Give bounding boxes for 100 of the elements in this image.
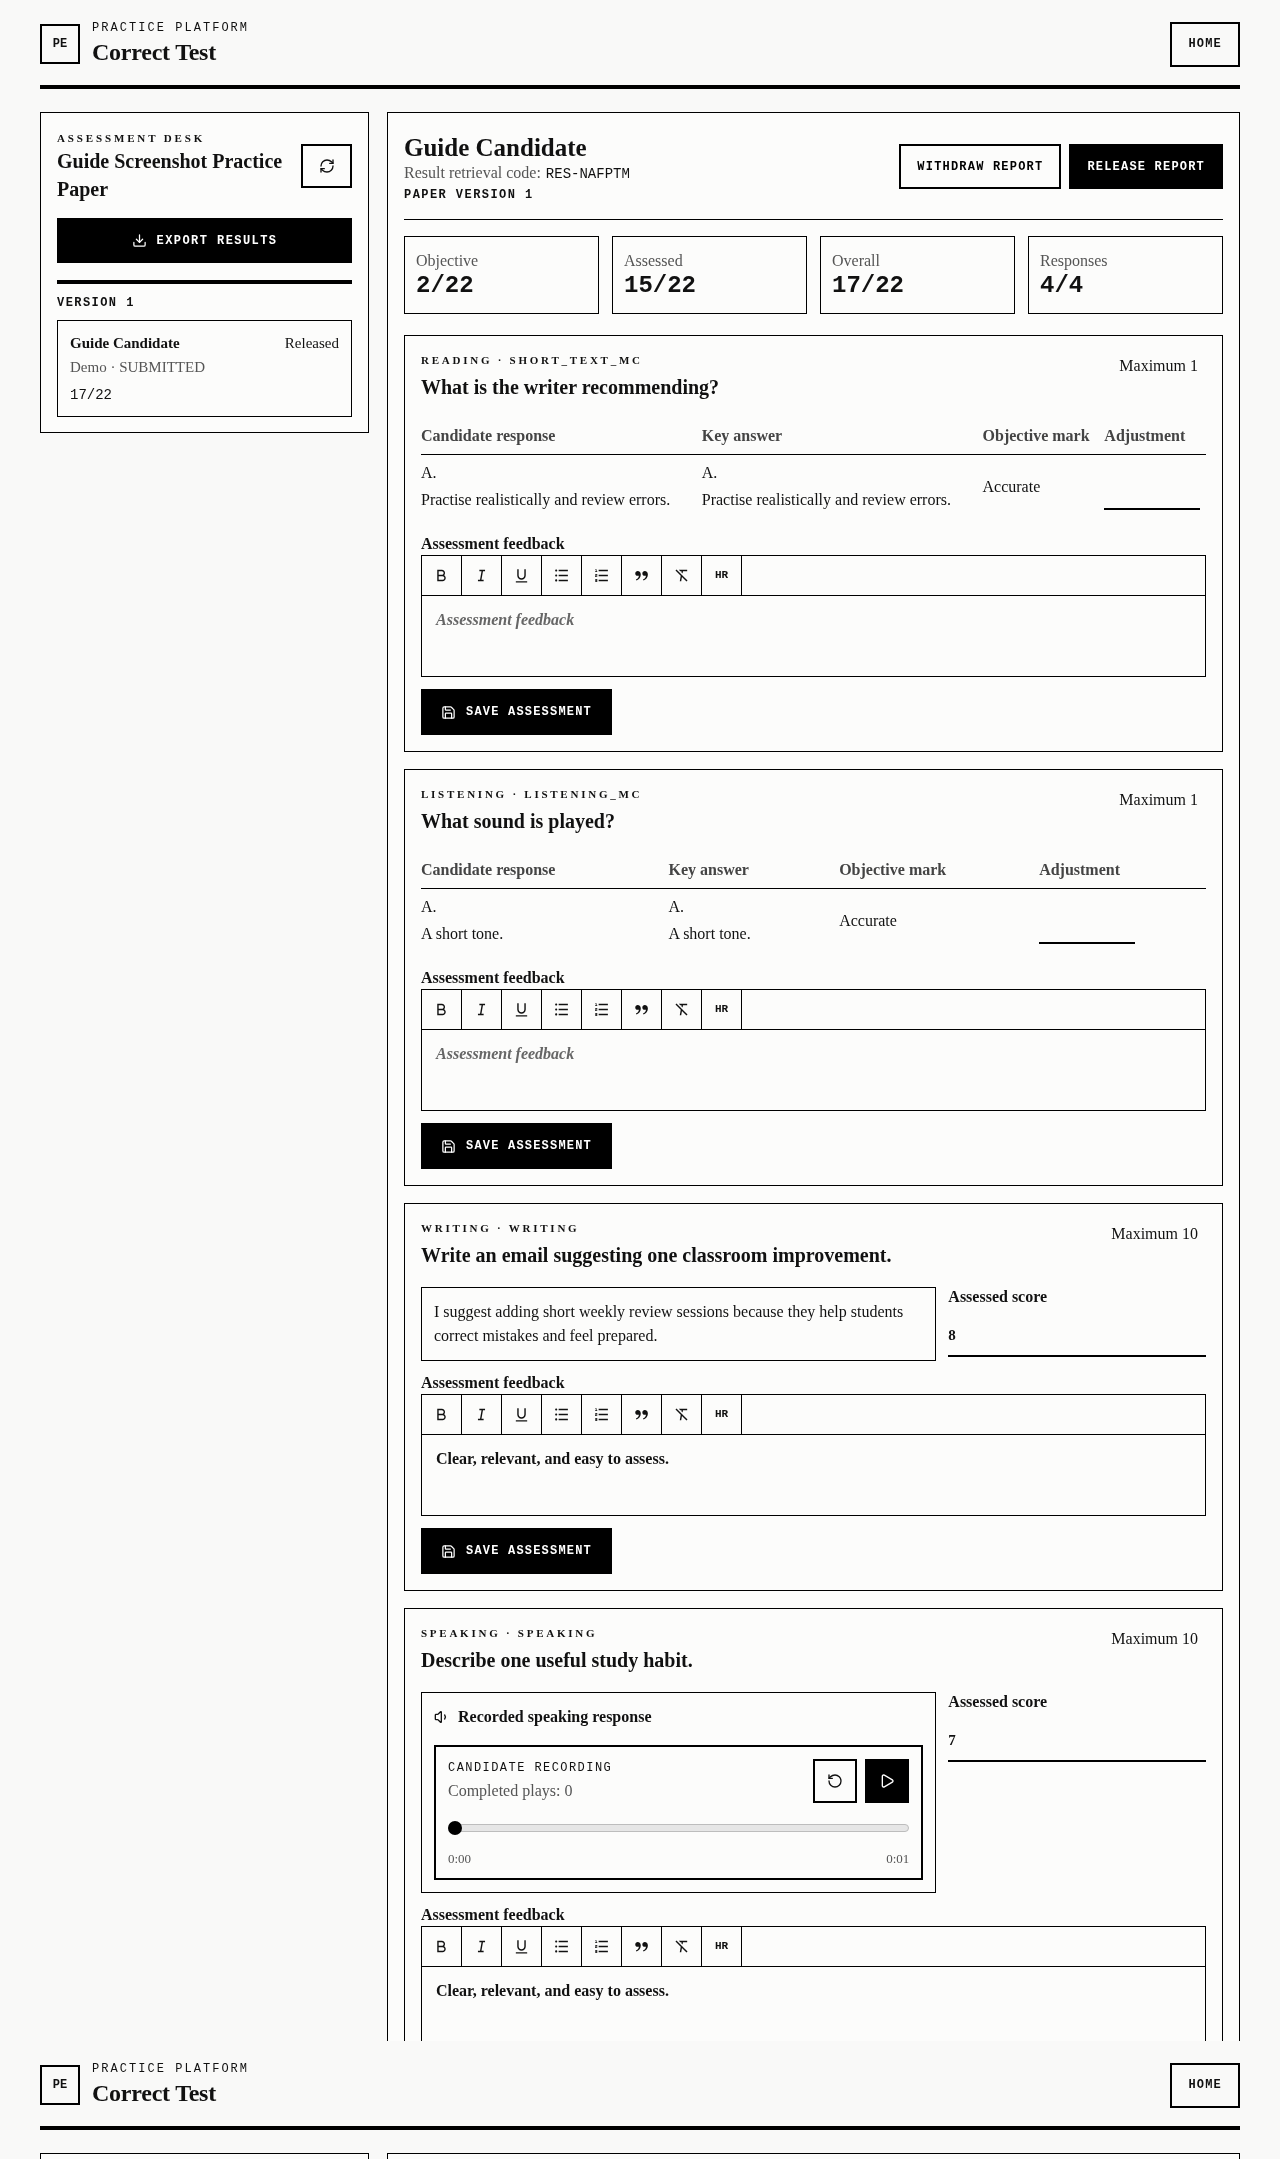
horizontal-rule-button[interactable]: HR bbox=[702, 1395, 742, 1434]
clear-format-icon bbox=[673, 1406, 690, 1423]
candidate-card[interactable]: Guide Candidate Released Demo · SUBMITTED 17/22 bbox=[57, 320, 352, 417]
feedback-editor-field[interactable]: Clear, relevant, and easy to assess. bbox=[422, 1967, 1205, 2041]
candidate-meta: Demo · SUBMITTED bbox=[70, 358, 206, 377]
option-letter: A. bbox=[668, 897, 685, 917]
stat-label: Responses bbox=[1040, 251, 1109, 271]
bullet-list-icon bbox=[553, 567, 570, 584]
recording-title: CANDIDATE RECORDING bbox=[448, 1760, 613, 1777]
question-prompt: What is the writer recommending? bbox=[421, 375, 720, 399]
option-text: A short tone. bbox=[421, 924, 505, 944]
question-prompt: Write an email suggesting one classroom improvement. bbox=[421, 1243, 892, 1267]
paper-title: Guide Screenshot Practice Paper bbox=[57, 149, 284, 203]
option-letter: A. bbox=[701, 463, 719, 483]
logo-mark: PE bbox=[40, 2065, 80, 2105]
elapsed-time: 0:00 bbox=[448, 1851, 472, 1867]
maximum-score: Maximum 1 bbox=[1119, 790, 1198, 810]
question-prompt: What sound is played? bbox=[421, 809, 616, 833]
numbered-list-icon bbox=[593, 1938, 610, 1955]
slider-thumb[interactable] bbox=[448, 1821, 462, 1835]
playback-slider[interactable] bbox=[448, 1821, 910, 1835]
platform-eyebrow: PRACTICE PLATFORM bbox=[92, 2062, 250, 2076]
feedback-label: Assessment feedback bbox=[421, 968, 566, 988]
download-icon bbox=[131, 233, 147, 248]
home-button[interactable]: HOME bbox=[1170, 21, 1240, 67]
option-text: Practise realistically and review errors. bbox=[701, 490, 952, 510]
save-icon bbox=[441, 1138, 456, 1154]
feedback-label: Assessment feedback bbox=[421, 534, 566, 554]
feedback-editor-field[interactable]: Clear, relevant, and easy to assess. bbox=[422, 1435, 1205, 1515]
home-button[interactable]: HOME bbox=[1170, 2062, 1240, 2108]
clear-format-icon bbox=[673, 1001, 690, 1018]
underline-icon bbox=[513, 567, 530, 584]
stat-value: 2/22 bbox=[416, 272, 475, 300]
score-label: Assessed score bbox=[948, 1692, 1049, 1712]
column-header: Key answer bbox=[668, 856, 840, 889]
horizontal-rule-button[interactable]: HR bbox=[702, 990, 742, 1029]
score-field[interactable]: 7 bbox=[948, 1720, 1206, 1762]
feedback-editor-field[interactable]: Assessment feedback bbox=[422, 1030, 1205, 1110]
report-status: Released bbox=[284, 334, 339, 353]
report-action-button[interactable]: RELEASE REPORT bbox=[1069, 144, 1223, 189]
numbered-list-icon bbox=[593, 1406, 610, 1423]
paper-version: PAPER VERSION 1 bbox=[404, 187, 535, 204]
app-title: Correct Test bbox=[92, 2079, 217, 2108]
column-header: Key answer bbox=[701, 422, 983, 455]
recording-heading: Recorded speaking response bbox=[458, 1707, 652, 1728]
save-assessment-button[interactable]: SAVE ASSESSMENT bbox=[421, 1123, 613, 1169]
duration-time: 0:01 bbox=[886, 1851, 910, 1867]
bullet-list-icon bbox=[553, 1938, 570, 1955]
underline-icon bbox=[513, 1001, 530, 1018]
maximum-score: Maximum 1 bbox=[1119, 356, 1198, 376]
option-letter: A. bbox=[421, 897, 438, 917]
retrieval-code: RES-NAFPTM bbox=[545, 165, 630, 184]
save-assessment-button[interactable]: SAVE ASSESSMENT bbox=[421, 1528, 613, 1574]
horizontal-rule-button[interactable]: HR bbox=[702, 556, 742, 595]
candidate-heading: Guide Candidate bbox=[404, 133, 588, 163]
column-header: Adjustment bbox=[1039, 856, 1206, 889]
save-assessment-button[interactable]: SAVE ASSESSMENT bbox=[421, 689, 613, 735]
underline-icon bbox=[513, 1406, 530, 1423]
clear-format-icon bbox=[673, 1938, 690, 1955]
version-label: VERSION 1 bbox=[57, 295, 136, 311]
objective-mark: Accurate bbox=[839, 911, 897, 929]
underline-icon bbox=[513, 1938, 530, 1955]
play-button[interactable] bbox=[865, 1759, 910, 1803]
refresh-icon bbox=[318, 158, 335, 174]
maximum-score: Maximum 10 bbox=[1111, 1629, 1198, 1649]
stat-label: Assessed bbox=[624, 251, 684, 271]
section-eyebrow: ASSESSMENT DESK bbox=[57, 131, 207, 145]
export-results-button[interactable]: EXPORT RESULTS bbox=[57, 218, 352, 263]
stat-value: 15/22 bbox=[624, 272, 697, 300]
maximum-score: Maximum 10 bbox=[1111, 1224, 1198, 1244]
written-response: I suggest adding short weekly review sessions because they help students correct mistakes and feel prepared. bbox=[421, 1287, 937, 1361]
logo-mark: PE bbox=[40, 24, 80, 64]
bullet-list-icon bbox=[553, 1406, 570, 1423]
counterclockwise-arrow-icon bbox=[827, 1773, 844, 1789]
feedback-label: Assessment feedback bbox=[421, 1373, 566, 1393]
score-field[interactable]: 8 bbox=[948, 1315, 1206, 1357]
option-letter: A. bbox=[421, 463, 438, 483]
stat-label: Objective bbox=[416, 251, 480, 271]
question-tag: LISTENING · LISTENING_MC bbox=[421, 787, 643, 801]
save-icon bbox=[441, 1543, 456, 1559]
option-text: A short tone. bbox=[668, 924, 752, 944]
column-header: Adjustment bbox=[1104, 422, 1206, 455]
platform-eyebrow: PRACTICE PLATFORM bbox=[92, 21, 250, 35]
horizontal-rule-button[interactable]: HR bbox=[702, 1927, 742, 1966]
column-header: Candidate response bbox=[421, 422, 702, 455]
question-tag: READING · SHORT_TEXT_MC bbox=[421, 353, 720, 367]
save-icon bbox=[441, 704, 456, 720]
feedback-label: Assessment feedback bbox=[421, 1905, 566, 1925]
score-label: Assessed score bbox=[948, 1287, 1049, 1307]
report-action-button[interactable]: WITHDRAW REPORT bbox=[899, 144, 1062, 189]
numbered-list-icon bbox=[593, 567, 610, 584]
restart-button[interactable] bbox=[813, 1759, 858, 1803]
objective-mark: Accurate bbox=[982, 477, 1041, 495]
refresh-button[interactable] bbox=[301, 144, 352, 188]
stat-label: Overall bbox=[832, 251, 881, 271]
candidate-score: 17/22 bbox=[70, 386, 113, 405]
question-prompt: Describe one useful study habit. bbox=[421, 1648, 693, 1672]
feedback-editor-field[interactable]: Assessment feedback bbox=[422, 596, 1205, 676]
app-title: Correct Test bbox=[92, 38, 217, 67]
candidate-name: Guide Candidate bbox=[70, 334, 180, 353]
